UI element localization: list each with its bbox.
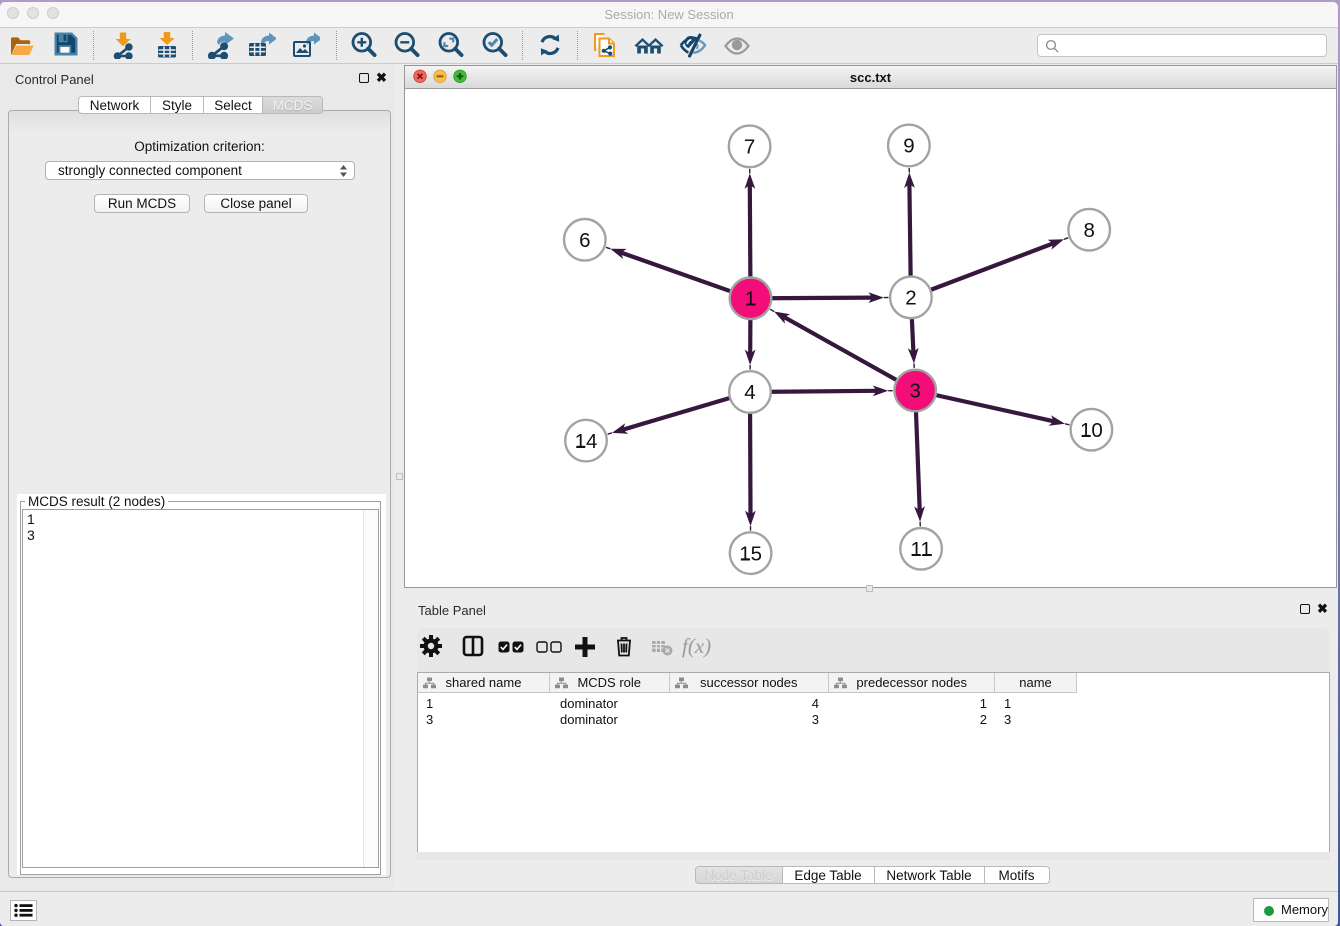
svg-text:2: 2 — [905, 287, 916, 310]
svg-text:11: 11 — [910, 538, 931, 561]
svg-text:3: 3 — [909, 380, 920, 403]
svg-text:7: 7 — [744, 136, 755, 159]
svg-text:6: 6 — [579, 229, 590, 252]
svg-text:15: 15 — [739, 542, 762, 565]
svg-text:8: 8 — [1083, 219, 1094, 242]
svg-text:9: 9 — [903, 135, 914, 158]
svg-text:1: 1 — [745, 288, 756, 311]
svg-text:10: 10 — [1080, 419, 1103, 442]
svg-text:4: 4 — [744, 381, 755, 404]
svg-text:14: 14 — [575, 430, 598, 453]
